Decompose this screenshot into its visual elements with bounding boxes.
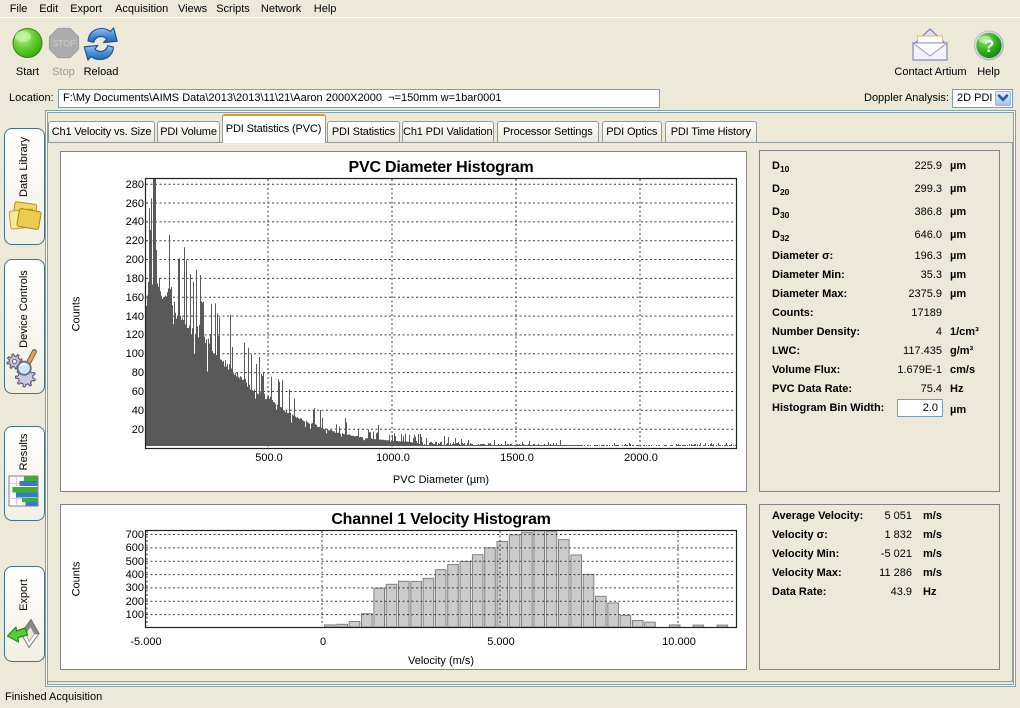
- svg-text:STOP: STOP: [52, 39, 76, 49]
- svg-text:?: ?: [984, 36, 995, 56]
